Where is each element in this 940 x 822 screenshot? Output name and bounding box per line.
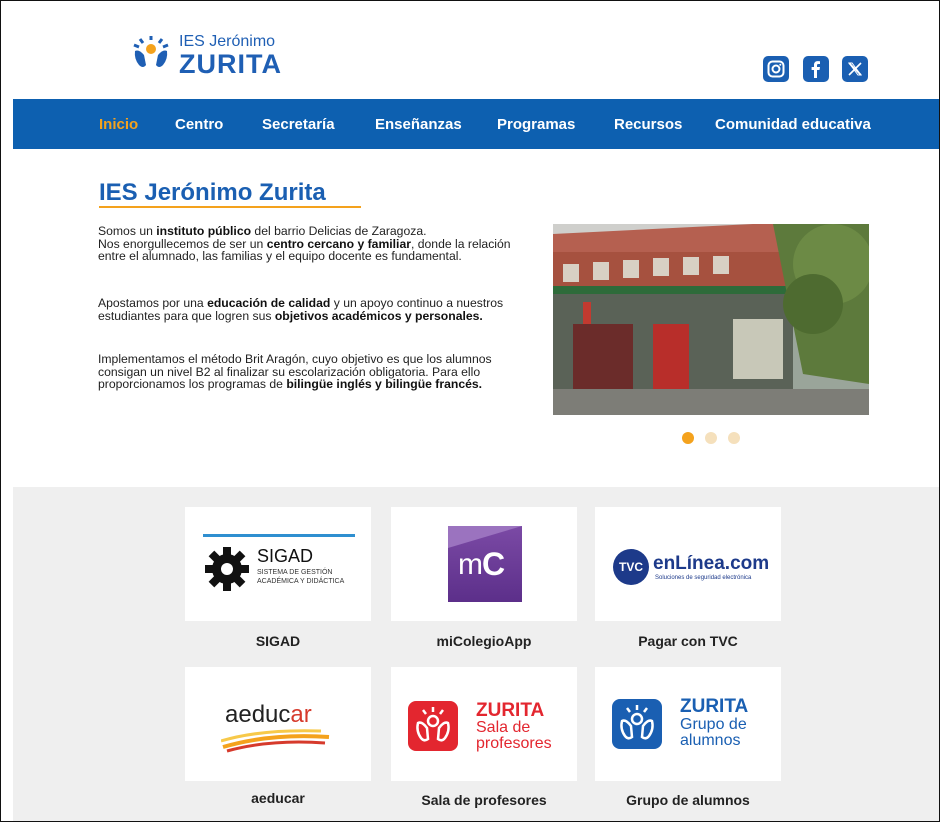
instagram-link[interactable] (763, 56, 789, 82)
tvc-logo-title: enLínea.com (653, 553, 770, 574)
grupo-logo-line2: alumnos (680, 732, 741, 749)
tvc-card[interactable]: TVC enLínea.com Soluciones de seguridad … (595, 507, 781, 621)
sigad-label[interactable]: SIGAD (185, 633, 371, 649)
main-nav: Inicio Centro Secretaría Enseñanzas Prog… (13, 99, 939, 149)
logo-big-text: ZURITA (179, 49, 282, 79)
nav-item-inicio[interactable]: Inicio (99, 116, 138, 133)
school-photo (553, 224, 869, 415)
sigad-logo-bar (203, 534, 355, 537)
aeducar-logo-b: ar (290, 701, 312, 728)
aeducar-swoosh-icon (221, 729, 330, 753)
page-title: IES Jerónimo Zurita (99, 179, 326, 206)
sala-logo-line2: profesores (476, 735, 552, 752)
gear-icon (205, 547, 249, 591)
site-header: IES Jerónimo ZURITA (13, 1, 939, 99)
text-bold: bilingüe inglés y bilingüe francés. (286, 377, 483, 392)
school-photo-image (553, 224, 869, 415)
sigad-logo-title: SIGAD (257, 546, 314, 566)
page: IES Jerónimo ZURITA Inicio Centro Secret (0, 0, 940, 822)
tvc-logo-sub: Soluciones de seguridad electrónica (655, 575, 752, 581)
instagram-icon (767, 60, 785, 78)
site-logo[interactable]: IES Jerónimo ZURITA (131, 23, 331, 83)
sala-logo-badge (408, 701, 458, 751)
micolegioapp-card[interactable]: m C (391, 507, 577, 621)
nav-item-centro[interactable]: Centro (175, 116, 223, 133)
sala-profesores-label[interactable]: Sala de profesores (391, 792, 577, 808)
sala-profesores-card[interactable]: ZURITA Sala de profesores (391, 667, 577, 781)
aeducar-logo-text: aeducar (225, 701, 312, 729)
sigad-logo-sub2: ACADÉMICA Y DIDÁCTICA (257, 578, 345, 585)
grupo-logo-badge (612, 699, 662, 749)
tvc-label[interactable]: Pagar con TVC (595, 633, 781, 649)
facebook-link[interactable] (803, 56, 829, 82)
facebook-icon (811, 61, 820, 78)
nav-item-comunidad-educativa[interactable]: Comunidad educativa (715, 116, 871, 133)
grupo-logo-title: ZURITA (680, 696, 749, 717)
title-underline (99, 206, 361, 208)
tvc-logo-badge: TVC (613, 549, 649, 585)
carousel-dot-3[interactable] (728, 432, 740, 444)
carousel-dot-2[interactable] (705, 432, 717, 444)
micolegioapp-logo-m: m (458, 548, 483, 581)
logo-facet (448, 526, 522, 548)
nav-item-secretaria[interactable]: Secretaría (262, 116, 335, 133)
intro-paragraph-3: Implementamos el método Brit Aragón, cuy… (98, 353, 518, 391)
sigad-logo-sub1: SISTEMA DE GESTIÓN (257, 569, 333, 576)
aeducar-label[interactable]: aeducar (185, 790, 371, 806)
nav-item-ensenanzas[interactable]: Enseñanzas (375, 116, 462, 133)
x-link[interactable] (842, 56, 868, 82)
intro-paragraph-1: Somos un instituto público del barrio De… (98, 225, 518, 263)
text-bold: objetivos académicos y personales. (274, 308, 483, 323)
x-icon (848, 62, 862, 76)
intro-paragraph-2: Apostamos por una educación de calidad y… (98, 297, 518, 322)
aeducar-logo-a: aeduc (225, 701, 291, 728)
zurita-emblem-icon (416, 707, 450, 742)
aeducar-card[interactable]: aeducar (185, 667, 371, 781)
grupo-alumnos-card[interactable]: ZURITA Grupo de alumnos (595, 667, 781, 781)
micolegioapp-logo-c: C (482, 546, 506, 582)
micolegioapp-logo: m C (448, 526, 522, 602)
grupo-alumnos-label[interactable]: Grupo de alumnos (595, 792, 781, 808)
carousel-dot-1[interactable] (682, 432, 694, 444)
zurita-emblem-icon (620, 705, 654, 740)
sigad-card[interactable]: SIGAD SISTEMA DE GESTIÓN ACADÉMICA Y DID… (185, 507, 371, 621)
logo-emblem-icon (133, 36, 169, 67)
nav-item-programas[interactable]: Programas (497, 116, 575, 133)
nav-item-recursos[interactable]: Recursos (614, 116, 682, 133)
micolegioapp-label[interactable]: miColegioApp (391, 633, 577, 649)
